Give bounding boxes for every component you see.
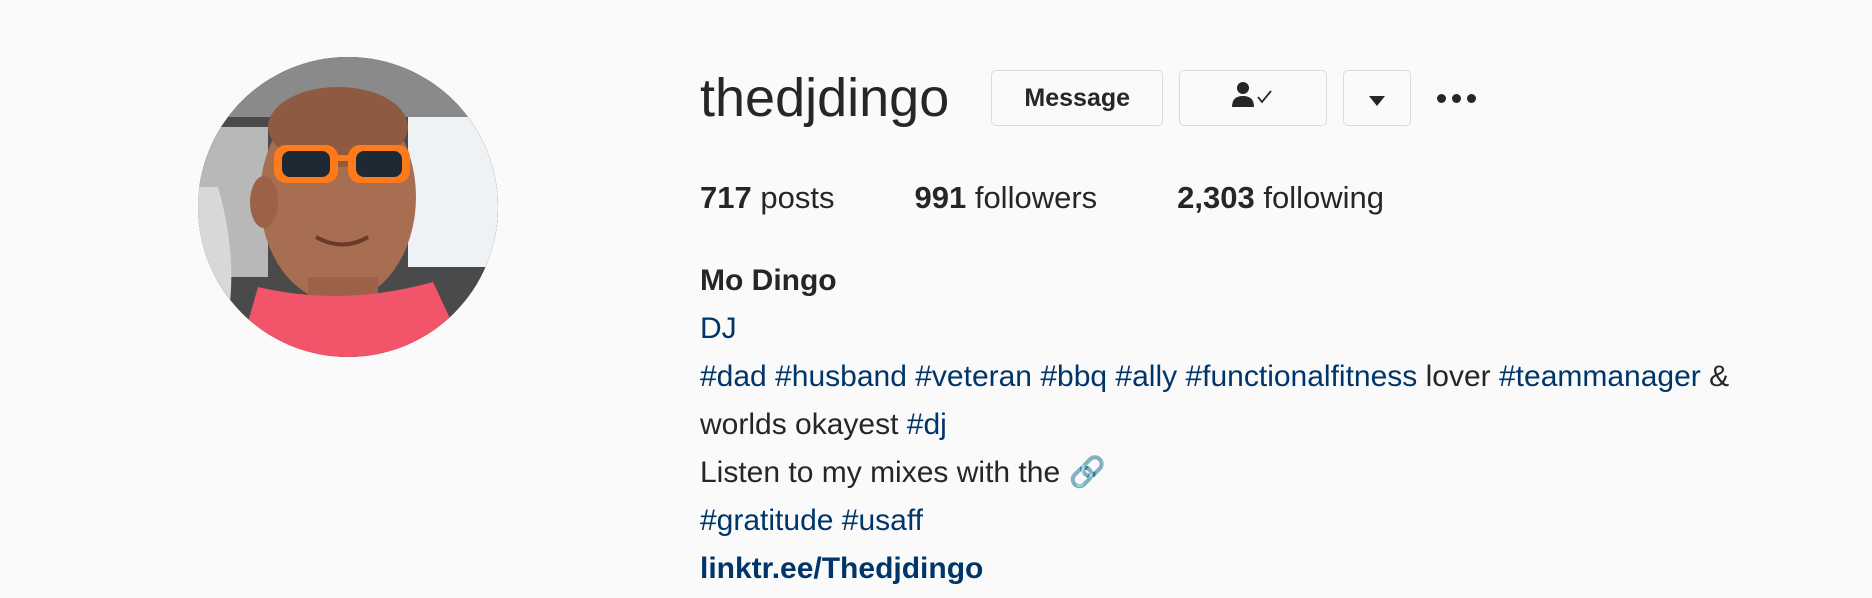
hashtag-link[interactable]: #gratitude (700, 504, 833, 537)
bio-line: worlds okayest #dj (700, 401, 1860, 449)
hashtag-link[interactable]: #usaff (842, 504, 923, 537)
profile-stats: 717 posts 991 followers 2,303 following (700, 178, 1464, 218)
hashtag-link[interactable]: #dj (907, 408, 947, 441)
hashtag-link[interactable]: #teammanager (1499, 360, 1701, 393)
followers-count: 991 (914, 180, 967, 215)
posts-count: 717 (700, 180, 752, 215)
profile-avatar[interactable] (198, 57, 498, 357)
hashtag-link[interactable]: #veteran (915, 360, 1032, 393)
bio-line: #dad #husband #veteran #bbq #ally #funct… (700, 353, 1860, 401)
caret-down-icon (1369, 84, 1386, 113)
profile-header: thedjdingo Message (700, 68, 1477, 128)
bio-text: worlds okayest (700, 408, 899, 441)
dot (1437, 93, 1447, 103)
link-emoji-icon: 🔗 (1068, 456, 1106, 489)
category-label: DJ (700, 312, 737, 345)
followers-label: followers (974, 180, 1098, 215)
hashtag-link[interactable]: #functionalfitness (1185, 360, 1417, 393)
following-count: 2,303 (1177, 180, 1255, 215)
username: thedjdingo (700, 68, 950, 128)
suggestions-dropdown-button[interactable] (1343, 70, 1412, 126)
full-name: Mo Dingo (700, 264, 837, 297)
message-button[interactable]: Message (991, 70, 1164, 126)
bio-text: & (1709, 360, 1730, 393)
posts-label: posts (760, 180, 835, 215)
following-button[interactable] (1179, 70, 1328, 126)
dot (1467, 93, 1477, 103)
bio-text: lover (1425, 360, 1491, 393)
hashtag-link[interactable]: #ally (1115, 360, 1177, 393)
dot (1452, 93, 1462, 103)
following-stat[interactable]: 2,303 following (1177, 178, 1384, 218)
bio-line: #gratitude #usaff (700, 497, 1860, 545)
followers-stat[interactable]: 991 followers (914, 178, 1097, 218)
profile-bio: Mo Dingo DJ #dad #husband #veteran #bbq … (700, 257, 1860, 593)
posts-stat: 717 posts (700, 178, 834, 218)
avatar-image (198, 57, 498, 357)
person-check-icon (1232, 81, 1274, 116)
hashtag-link[interactable]: #dad (700, 360, 767, 393)
bio-line: linktr.ee/Thedjdingo (700, 545, 1860, 593)
following-label: following (1263, 180, 1384, 215)
hashtag-link[interactable]: #bbq (1040, 360, 1107, 393)
message-button-label: Message (1024, 83, 1131, 112)
profile-page: thedjdingo Message 717 posts 991 followe… (0, 0, 1872, 598)
hashtag-link[interactable]: #husband (775, 360, 907, 393)
more-options-icon[interactable] (1437, 70, 1477, 126)
bio-text: Listen to my mixes with the (700, 456, 1061, 489)
bio-line: Listen to my mixes with the 🔗 (700, 449, 1860, 497)
external-link[interactable]: linktr.ee/Thedjdingo (700, 552, 983, 585)
